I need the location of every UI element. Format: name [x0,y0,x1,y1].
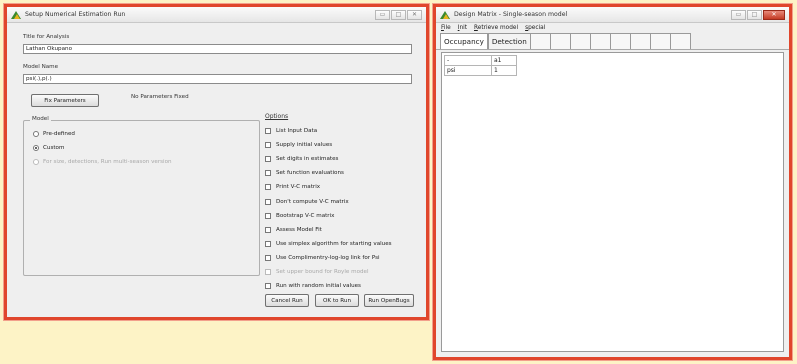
tab-blank[interactable] [650,33,671,49]
checkbox[interactable] [265,142,271,149]
option-label: Set digits in estimates [276,156,339,163]
checkbox[interactable] [265,240,271,247]
tab-blank[interactable] [590,33,611,49]
setup-estimation-window: Setup Numerical Estimation Run ▭ □ ✕ Tit… [4,4,429,320]
close-button[interactable]: ✕ [407,9,422,20]
option-checkbox-row[interactable]: Run with random initial values [265,283,361,290]
menu-file[interactable]: File [441,25,451,31]
menu-init[interactable]: Init [458,25,467,31]
radio-label: Custom [43,145,65,151]
option-checkbox-row[interactable]: Use Complimentry-log-log link for Psi [265,254,380,261]
checkbox[interactable] [265,283,271,290]
tab-blank[interactable] [610,33,631,49]
design-matrix-window: Design Matrix - Single-season model ▭ □ … [433,4,792,360]
option-checkbox-row[interactable]: Use simplex algorithm for starting value… [265,240,392,247]
checkbox[interactable] [265,212,271,219]
tab-occupancy[interactable]: Occupancy [440,33,488,49]
radio-custom[interactable]: Custom [33,145,64,151]
option-checkbox-row[interactable]: List Input Data [265,128,317,134]
checkbox [265,269,271,275]
fix-parameters-status: No Parameters Fixed [131,94,189,100]
option-label: Set upper bound for Royle model [276,269,369,275]
design-matrix-grid[interactable]: - a1 psi 1 [441,52,784,352]
radio-label: Pre-defined [43,131,75,137]
run-openbugs-button[interactable]: Run OpenBugs [364,294,414,307]
radio-multi-season: For size, detections, Run multi-season v… [33,159,172,165]
option-checkbox-row[interactable]: Assess Model Fit [265,226,322,233]
minimize-button[interactable]: ▭ [731,9,746,20]
fix-parameters-button[interactable]: Fix Parameters [31,94,99,107]
menu-bar: File Init Retrieve model special [436,23,789,33]
option-label: Set function evaluations [276,170,344,177]
options-title: Options [265,113,289,120]
maximize-button[interactable]: □ [747,9,762,20]
option-checkbox-row[interactable]: Set function evaluations [265,170,344,177]
option-checkbox-row[interactable]: Don't compute V-C matrix [265,198,349,205]
tab-strip: Occupancy Detection [436,33,789,50]
radio-predefined[interactable]: Pre-defined [33,131,75,137]
option-label: Use simplex algorithm for starting value… [276,240,392,247]
option-label: Use Complimentry-log-log link for Psi [276,254,380,261]
app-logo-icon [11,11,21,19]
minimize-button[interactable]: ▭ [375,9,390,20]
cancel-run-button[interactable]: Cancel Run [265,294,309,307]
model-groupbox: Model [23,116,260,276]
close-button[interactable]: ✕ [763,9,785,20]
radio-indicator[interactable] [33,131,39,137]
tab-blank[interactable] [550,33,571,49]
app-logo-icon [440,11,450,19]
tab-blank[interactable] [530,33,551,49]
radio-indicator[interactable] [33,145,39,151]
option-checkbox-row[interactable]: Bootstrap V-C matrix [265,212,335,219]
tab-blank[interactable] [570,33,591,49]
checkbox[interactable] [265,184,271,191]
menu-retrieve-model[interactable]: Retrieve model [474,25,518,31]
option-checkbox-row[interactable]: Supply initial values [265,142,333,149]
option-label: Supply initial values [276,142,333,149]
model-name-label: Model Name [23,64,59,70]
checkbox[interactable] [265,226,271,233]
checkbox[interactable] [265,128,271,134]
ok-to-run-button[interactable]: OK to Run [315,294,359,307]
radio-label: For size, detections, Run multi-season v… [43,159,172,165]
option-label: List Input Data [276,128,318,134]
setup-window-titlebar[interactable]: Setup Numerical Estimation Run ▭ □ ✕ [7,7,426,23]
option-label: Don't compute V-C matrix [276,198,349,205]
checkbox[interactable] [265,198,271,205]
checkbox[interactable] [265,156,271,163]
grid-cell[interactable]: 1 [491,65,517,76]
design-window-titlebar[interactable]: Design Matrix - Single-season model ▭ □ … [436,7,789,23]
tab-blank[interactable] [670,33,691,49]
option-checkbox-row[interactable]: Print V-C matrix [265,184,321,191]
model-name-input[interactable]: psi(.),p(.) [23,74,412,84]
option-label: Print V-C matrix [276,184,321,191]
model-group-title: Model [30,116,51,122]
window-title: Design Matrix - Single-season model [454,11,568,18]
tab-blank[interactable] [630,33,651,49]
option-checkbox-row[interactable]: Set digits in estimates [265,156,339,163]
tab-detection[interactable]: Detection [487,33,531,49]
option-label: Run with random initial values [276,283,361,290]
title-for-analysis-label: Title for Analysis [23,34,70,40]
maximize-button[interactable]: □ [391,9,406,20]
option-label: Bootstrap V-C matrix [276,212,335,219]
title-for-analysis-input[interactable]: Lathan Okupano [23,44,412,54]
window-title: Setup Numerical Estimation Run [25,11,126,18]
menu-special[interactable]: special [525,25,545,31]
checkbox[interactable] [265,254,271,261]
checkbox[interactable] [265,170,271,177]
radio-indicator [33,159,39,165]
option-label: Assess Model Fit [276,226,322,233]
option-checkbox-row: Set upper bound for Royle model [265,269,369,275]
grid-row-label[interactable]: psi [444,65,492,76]
